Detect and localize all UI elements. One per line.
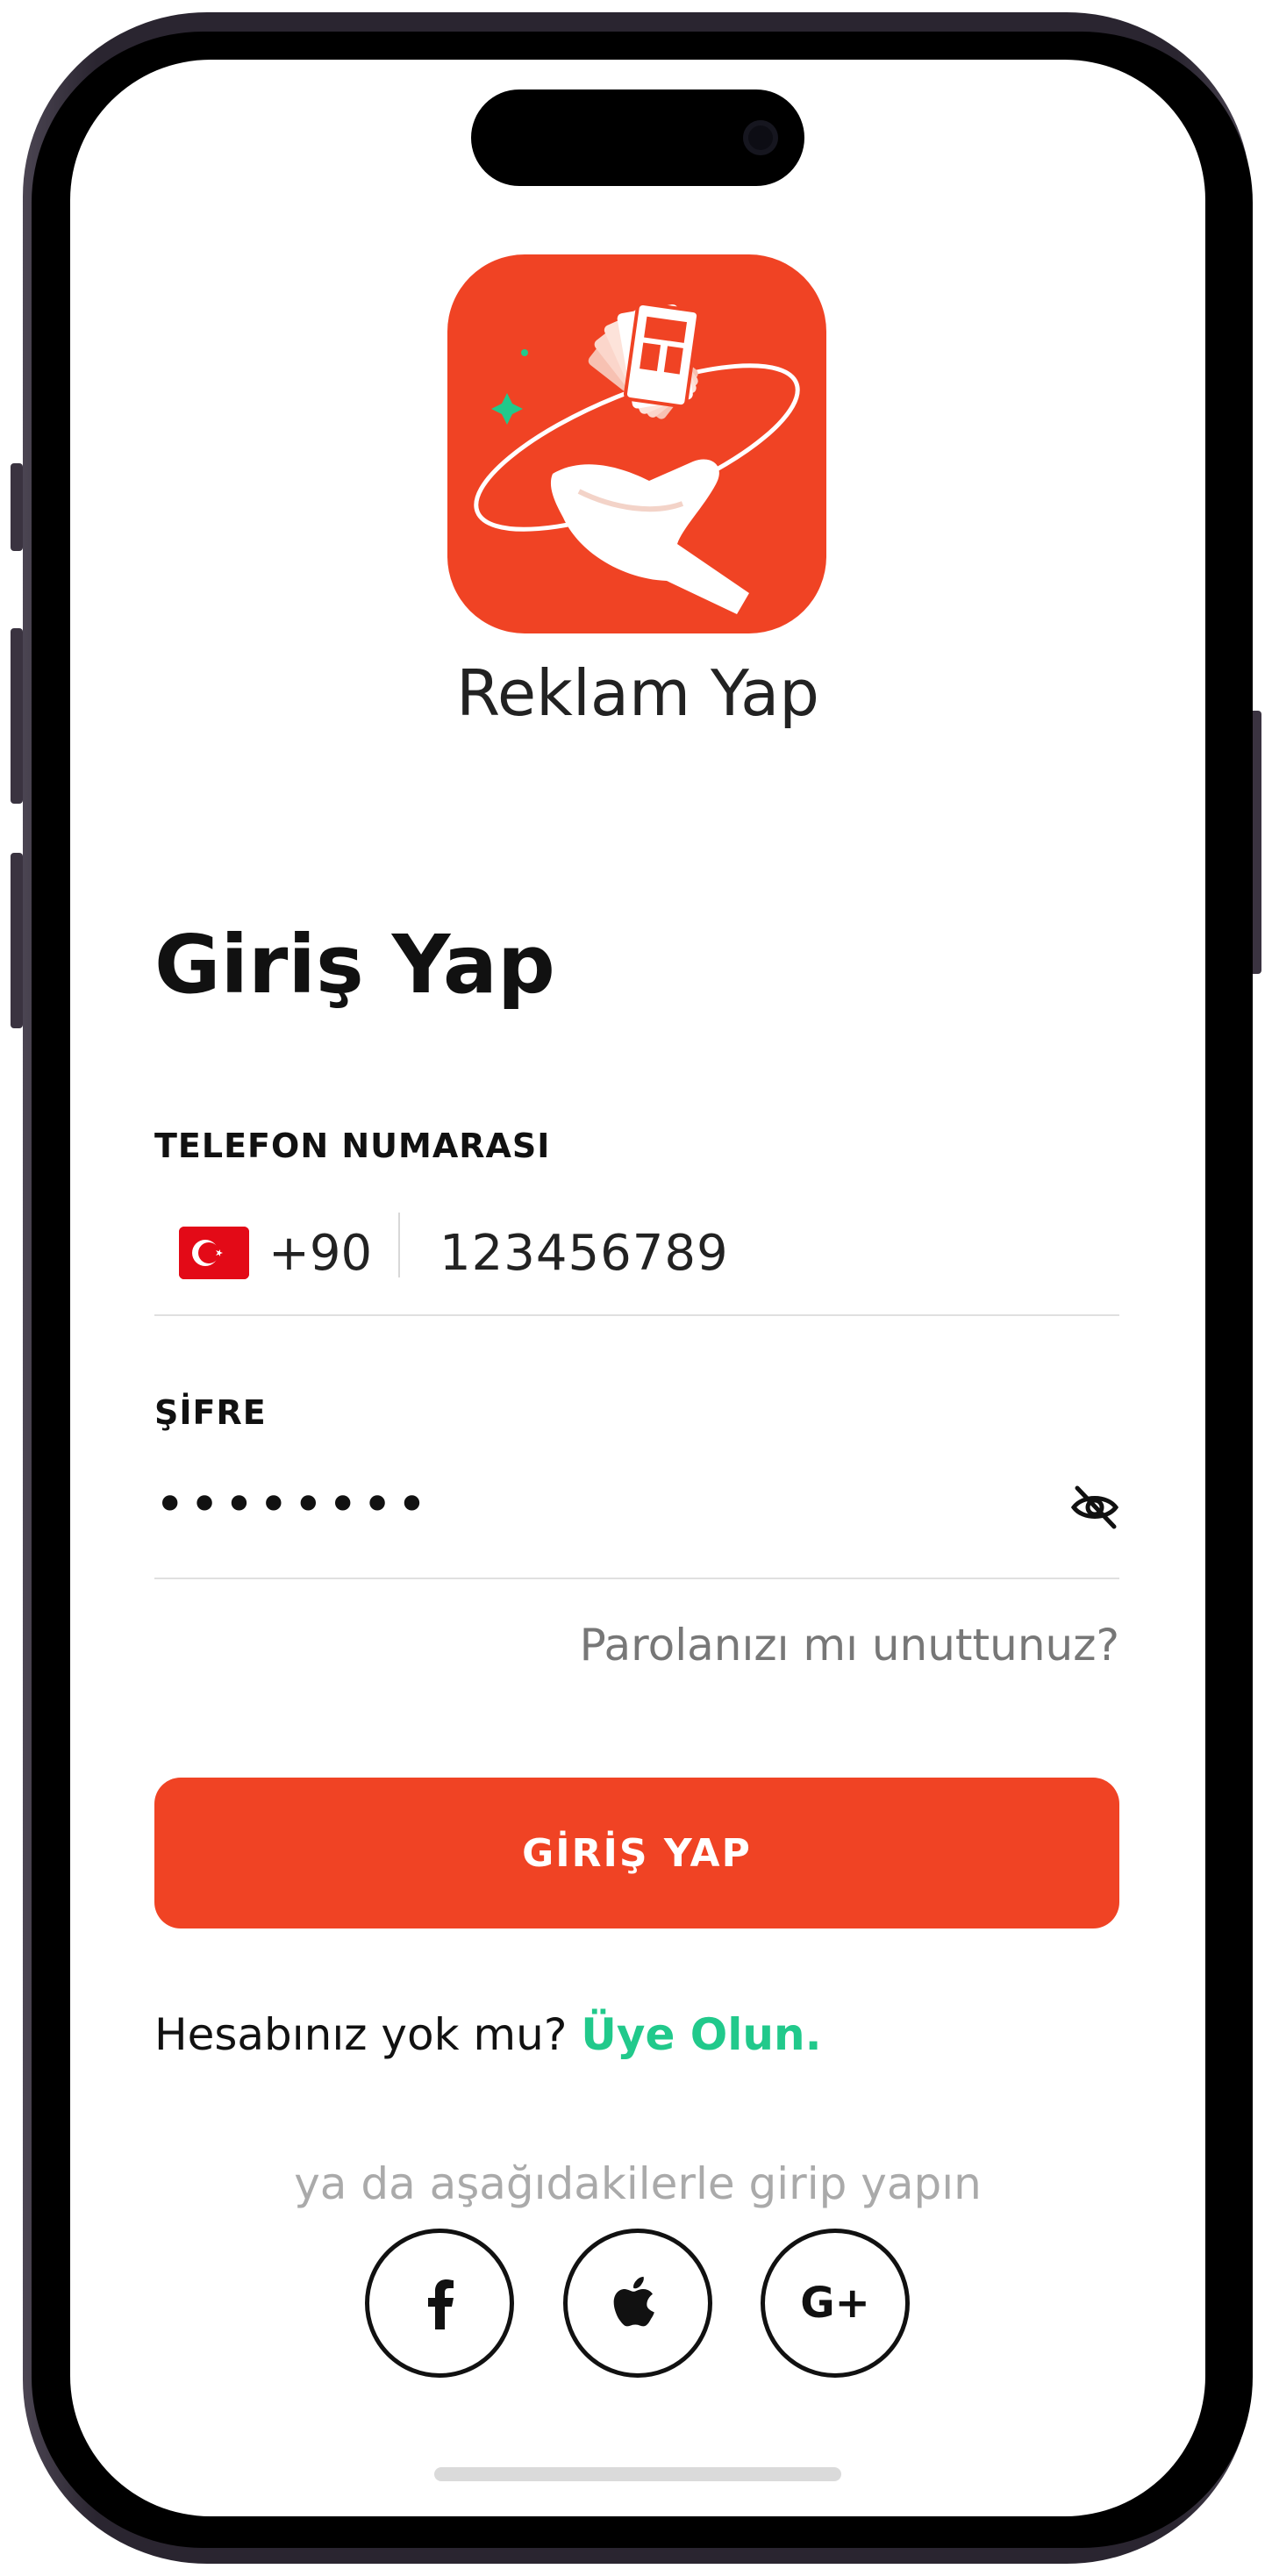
phone-input[interactable]: 123456789 [439, 1225, 729, 1282]
phone-label: TELEFON NUMARASI [154, 1127, 551, 1165]
app-logo [447, 254, 826, 633]
silent-switch [11, 463, 23, 551]
front-camera [743, 120, 778, 155]
apple-button[interactable] [563, 2229, 712, 2378]
country-code[interactable]: +90 [268, 1225, 372, 1282]
password-underline [154, 1578, 1119, 1579]
no-account-text: Hesabınız yok mu? [154, 2009, 568, 2060]
facebook-icon [428, 2279, 454, 2329]
signup-link[interactable]: Üye Olun. [581, 2009, 821, 2060]
phone-underline [154, 1314, 1119, 1316]
home-indicator[interactable] [434, 2467, 841, 2481]
google-plus-button[interactable]: G+ [761, 2229, 910, 2378]
password-input[interactable]: •••••••• [154, 1474, 431, 1535]
eye-off-icon[interactable] [1068, 1481, 1121, 1534]
password-label: ŞİFRE [154, 1393, 267, 1432]
app-name: Reklam Yap [456, 656, 819, 730]
dynamic-island [471, 89, 804, 186]
phone-input-row[interactable]: +90 123456789 [154, 1200, 1119, 1314]
apple-icon [613, 2276, 654, 2327]
facebook-button[interactable] [365, 2229, 514, 2378]
turkey-flag-icon[interactable] [179, 1227, 249, 1279]
volume-down-button [11, 853, 23, 1028]
login-button[interactable]: GİRİŞ YAP [154, 1778, 1119, 1928]
forgot-password-link[interactable]: Parolanızı mı unuttunuz? [580, 1620, 1119, 1671]
alt-login-text: ya da aşağıdakilerle girip yapın [294, 2158, 982, 2209]
page-title: Giriş Yap [154, 918, 555, 1012]
signup-prompt: Hesabınız yok mu? Üye Olun. [154, 2009, 822, 2060]
volume-up-button [11, 628, 23, 804]
google-plus-icon: G+ [800, 2279, 870, 2328]
phone-divider [398, 1213, 400, 1277]
app-logo-graphic [474, 301, 800, 614]
phone-screen: Reklam Yap Giriş Yap TELEFON NUMARASI +9… [70, 60, 1205, 2516]
